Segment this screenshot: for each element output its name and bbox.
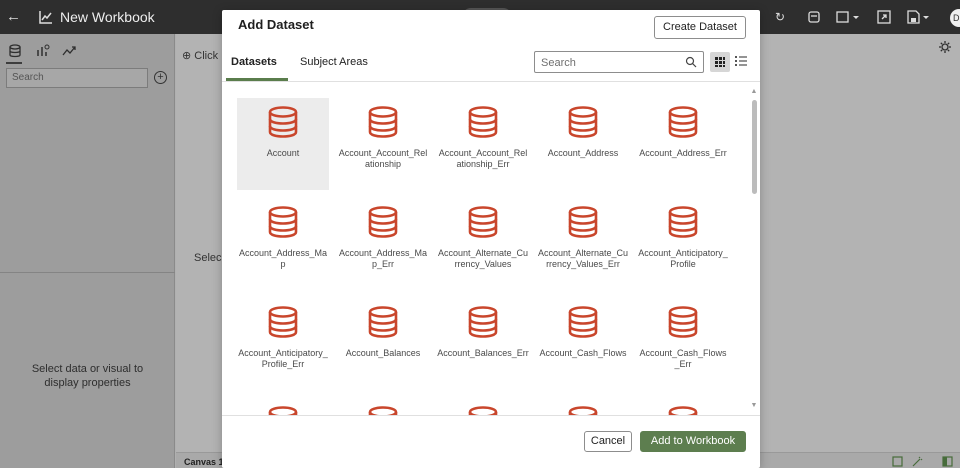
dataset-item[interactable]: Account_Alternate_Currency_Values: [437, 198, 529, 290]
export-icon[interactable]: [876, 9, 892, 25]
database-icon: [568, 106, 598, 138]
add-dataset-dialog: Add Dataset Create Dataset Datasets Subj…: [222, 10, 760, 468]
data-tab-icon[interactable]: [8, 44, 22, 58]
dataset-label: Account_Anticipatory_Profile_Err: [238, 348, 328, 369]
database-icon: [568, 206, 598, 238]
database-icon: [468, 206, 498, 238]
canvas-hint: ⊕ Click: [182, 50, 219, 62]
add-data-icon[interactable]: +: [154, 71, 167, 84]
footer-divider: [222, 415, 760, 416]
scroll-up-arrow-icon[interactable]: ▲: [750, 88, 758, 96]
settings-gear-icon[interactable]: [938, 40, 952, 54]
data-tab-underline: [6, 62, 22, 64]
dataset-item[interactable]: Account_Balances_Err: [437, 298, 529, 390]
analytics-tab-icon[interactable]: [62, 44, 76, 58]
scroll-down-arrow-icon[interactable]: ▼: [750, 402, 758, 410]
user-avatar[interactable]: D: [950, 9, 960, 27]
filter-icon[interactable]: [892, 456, 903, 467]
left-panel: Search + Select data or visual to displa…: [0, 34, 175, 468]
properties-hint: Select data or visual to display propert…: [31, 363, 144, 389]
dataset-label: Account: [266, 148, 300, 158]
dialog-title: Add Dataset: [238, 17, 314, 32]
dataset-label: Account_Address_Map_Err: [338, 248, 428, 269]
database-icon: [668, 306, 698, 338]
present-menu-icon[interactable]: [836, 9, 862, 25]
dataset-item[interactable]: Account_Anticipatory_Profile_Err: [237, 298, 329, 390]
dataset-label: Account_Alternate_Currency_Values_Err: [537, 248, 629, 269]
magic-icon[interactable]: [912, 456, 923, 467]
grid-view-icon: [715, 57, 725, 67]
redo-icon[interactable]: ↻: [772, 9, 788, 25]
dataset-item[interactable]: Account: [237, 98, 329, 190]
database-icon: [268, 306, 298, 338]
dataset-label: Account_Address_Err: [639, 148, 727, 158]
dataset-item[interactable]: [537, 398, 629, 416]
workbook-icon: [39, 11, 52, 24]
dataset-label: Account_Address: [547, 148, 619, 158]
grid-view-toggle[interactable]: [710, 52, 730, 72]
dataset-item[interactable]: [237, 398, 329, 416]
dataset-label: Account_Account_Relationship_Err: [438, 148, 528, 169]
panel-toggle-icon[interactable]: [942, 456, 953, 467]
dataset-item[interactable]: Account_Account_Relationship: [337, 98, 429, 190]
database-icon: [268, 106, 298, 138]
dataset-item[interactable]: Account_Cash_Flows_Err: [637, 298, 729, 390]
search-icon[interactable]: [685, 56, 697, 68]
visualizations-tab-icon[interactable]: [36, 44, 50, 58]
tab-subject-areas[interactable]: Subject Areas: [300, 56, 368, 68]
database-icon: [668, 106, 698, 138]
canvas-tab[interactable]: Canvas 1: [184, 457, 224, 467]
data-search-input[interactable]: Search: [6, 68, 148, 88]
panel-divider: [0, 272, 175, 273]
back-arrow-icon[interactable]: ←: [6, 8, 24, 26]
database-icon: [468, 306, 498, 338]
database-icon: [668, 206, 698, 238]
dataset-item[interactable]: [437, 398, 529, 416]
list-view-icon[interactable]: [734, 54, 748, 68]
workbook-title: New Workbook: [60, 9, 155, 25]
dataset-label: Account_Address_Map: [238, 248, 328, 269]
data-icon[interactable]: [806, 9, 822, 25]
search-placeholder: Search: [541, 57, 576, 69]
canvas-select-hint: Selec: [194, 252, 222, 264]
save-menu-icon[interactable]: [906, 9, 932, 25]
dataset-label: Account_Cash_Flows: [539, 348, 627, 358]
database-icon: [468, 106, 498, 138]
dataset-item[interactable]: Account_Address_Map: [237, 198, 329, 290]
dataset-item[interactable]: Account_Address_Err: [637, 98, 729, 190]
dataset-label: Account_Anticipatory_Profile: [638, 248, 728, 269]
canvas-hint-text: Click: [194, 50, 219, 62]
add-to-workbook-button[interactable]: Add to Workbook: [640, 431, 746, 452]
cancel-button[interactable]: Cancel: [584, 431, 632, 452]
create-dataset-button[interactable]: Create Dataset: [654, 16, 746, 39]
dataset-label: Account_Cash_Flows_Err: [639, 348, 727, 369]
dataset-item[interactable]: Account_Alternate_Currency_Values_Err: [537, 198, 629, 290]
dataset-item[interactable]: Account_Balances: [337, 298, 429, 390]
dataset-label: Account_Balances_Err: [437, 348, 529, 358]
database-icon: [268, 206, 298, 238]
tab-datasets[interactable]: Datasets: [231, 56, 277, 68]
dataset-item[interactable]: Account_Account_Relationship_Err: [437, 98, 529, 190]
dataset-label: Account_Balances: [345, 348, 421, 358]
dataset-item[interactable]: [637, 398, 729, 416]
dataset-search-input[interactable]: Search: [534, 51, 704, 73]
dataset-item[interactable]: Account_Address: [537, 98, 629, 190]
dataset-label: Account_Account_Relationship: [338, 148, 428, 169]
database-icon: [368, 206, 398, 238]
dataset-label: Account_Alternate_Currency_Values: [437, 248, 529, 269]
database-icon: [368, 306, 398, 338]
dataset-grid: Account Account_Account_Relationship Accou…: [222, 82, 760, 416]
database-icon: [568, 306, 598, 338]
dataset-item[interactable]: Account_Address_Map_Err: [337, 198, 429, 290]
database-icon: [368, 106, 398, 138]
scrollbar-thumb[interactable]: [752, 100, 757, 194]
dataset-item[interactable]: Account_Cash_Flows: [537, 298, 629, 390]
dataset-item[interactable]: [337, 398, 429, 416]
dataset-item[interactable]: Account_Anticipatory_Profile: [637, 198, 729, 290]
